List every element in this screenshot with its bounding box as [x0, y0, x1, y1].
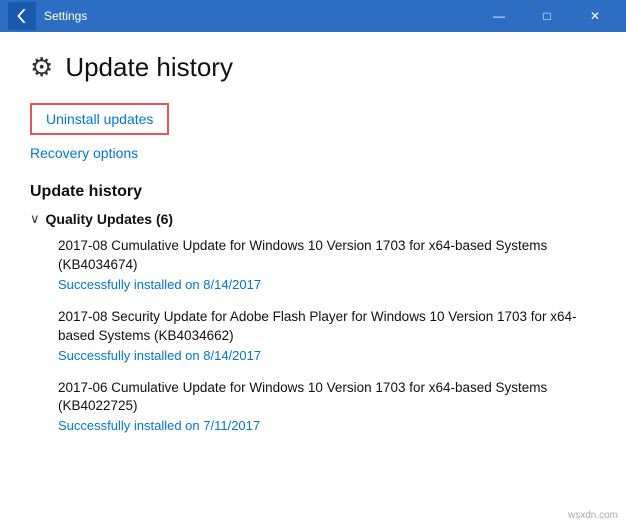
update-status-1[interactable]: Successfully installed on 8/14/2017 — [58, 277, 596, 292]
chevron-down-icon: ∨ — [30, 211, 40, 227]
update-item-1: 2017-08 Cumulative Update for Windows 10… — [58, 237, 596, 292]
recovery-link[interactable]: Recovery options — [30, 145, 138, 161]
page-title: Update history — [65, 52, 233, 83]
title-bar-left: Settings — [8, 2, 87, 30]
update-status-2[interactable]: Successfully installed on 8/14/2017 — [58, 348, 596, 363]
update-item-3: 2017-06 Cumulative Update for Windows 10… — [58, 379, 596, 434]
category-label: Quality Updates (6) — [46, 211, 174, 227]
window-title: Settings — [44, 9, 87, 23]
window-controls: — □ ✕ — [476, 0, 618, 32]
maximize-button[interactable]: □ — [524, 0, 570, 32]
update-item-2: 2017-08 Security Update for Adobe Flash … — [58, 308, 596, 363]
page-header: ⚙ Update history — [30, 52, 596, 83]
minimize-button[interactable]: — — [476, 0, 522, 32]
update-name-1: 2017-08 Cumulative Update for Windows 10… — [58, 237, 596, 275]
section-title: Update history — [30, 183, 596, 201]
title-bar: Settings — □ ✕ — [0, 0, 626, 32]
update-status-3[interactable]: Successfully installed on 7/11/2017 — [58, 418, 596, 433]
update-name-2: 2017-08 Security Update for Adobe Flash … — [58, 308, 596, 346]
watermark: wsxdn.com — [568, 510, 618, 521]
close-button[interactable]: ✕ — [572, 0, 618, 32]
back-button[interactable] — [8, 2, 36, 30]
gear-icon: ⚙ — [30, 52, 53, 83]
update-name-3: 2017-06 Cumulative Update for Windows 10… — [58, 379, 596, 417]
update-list: 2017-08 Cumulative Update for Windows 10… — [30, 237, 596, 433]
uninstall-btn[interactable]: Uninstall updates — [30, 103, 169, 135]
back-icon — [15, 9, 29, 23]
category-header[interactable]: ∨ Quality Updates (6) — [30, 211, 596, 227]
content-area: ⚙ Update history Uninstall updates Recov… — [0, 32, 626, 527]
